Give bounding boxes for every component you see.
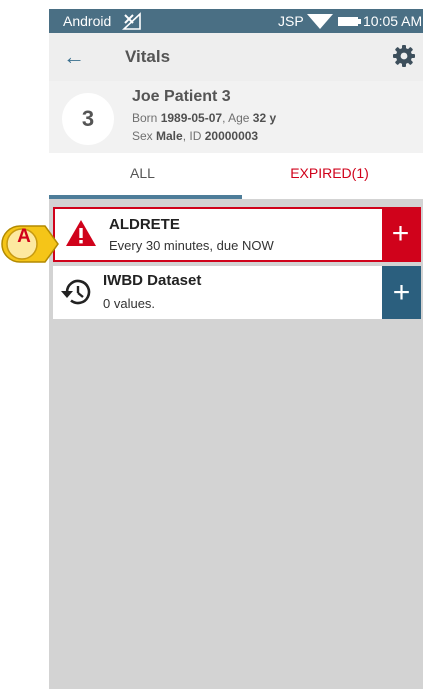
- history-clock-icon: [60, 276, 94, 313]
- add-value-button[interactable]: +: [382, 209, 419, 260]
- callout-label: A: [17, 226, 31, 247]
- patient-age: 32 y: [252, 111, 277, 125]
- list-item[interactable]: IWBD Dataset 0 values. +: [53, 266, 421, 319]
- patient-name: Joe Patient 3: [132, 88, 231, 105]
- selected-tab-indicator: [49, 195, 242, 199]
- birth-date: 1989-05-07: [160, 111, 223, 125]
- vital-title: IWBD Dataset: [103, 272, 202, 289]
- patient-birth-age: Born 1989-05-07, Age 32 y: [132, 111, 277, 125]
- phone-screen: Android JSP 10:05 AM ← Vitals 3 Joe Pati…: [49, 9, 423, 689]
- status-bar: Android JSP 10:05 AM: [49, 9, 423, 33]
- bed-number-badge: 3: [62, 93, 114, 145]
- patient-sex: Male: [156, 129, 183, 143]
- vital-title: ALDRETE: [109, 216, 180, 233]
- clock-time: 10:05 AM: [363, 13, 423, 29]
- carrier-label: JSP: [278, 13, 304, 29]
- app-bar: ← Vitals: [49, 33, 423, 81]
- vital-subtitle: 0 values.: [103, 296, 156, 311]
- battery-icon: [338, 17, 361, 26]
- tab-expired[interactable]: EXPIRED(1): [236, 153, 423, 199]
- patient-id: 20000003: [204, 129, 259, 143]
- vital-subtitle: Every 30 minutes, due NOW: [109, 238, 274, 253]
- arrow-left-icon[interactable]: ←: [63, 43, 85, 71]
- filter-tabs: ALL EXPIRED(1): [49, 153, 423, 199]
- gear-icon[interactable]: [392, 44, 416, 73]
- patient-sex-id: Sex Male, ID 20000003: [132, 129, 259, 143]
- patient-header: 3 Joe Patient 3 Born 1989-05-07, Age 32 …: [49, 81, 423, 153]
- list-item[interactable]: ALDRETE Every 30 minutes, due NOW +: [53, 207, 421, 262]
- os-label: Android: [63, 13, 112, 29]
- warning-triangle-icon: [65, 219, 97, 252]
- add-value-button[interactable]: +: [382, 266, 421, 319]
- no-signal-icon: [121, 12, 142, 33]
- tab-all[interactable]: ALL: [49, 153, 236, 199]
- wifi-icon: [307, 13, 333, 32]
- page-title: Vitals: [125, 47, 171, 66]
